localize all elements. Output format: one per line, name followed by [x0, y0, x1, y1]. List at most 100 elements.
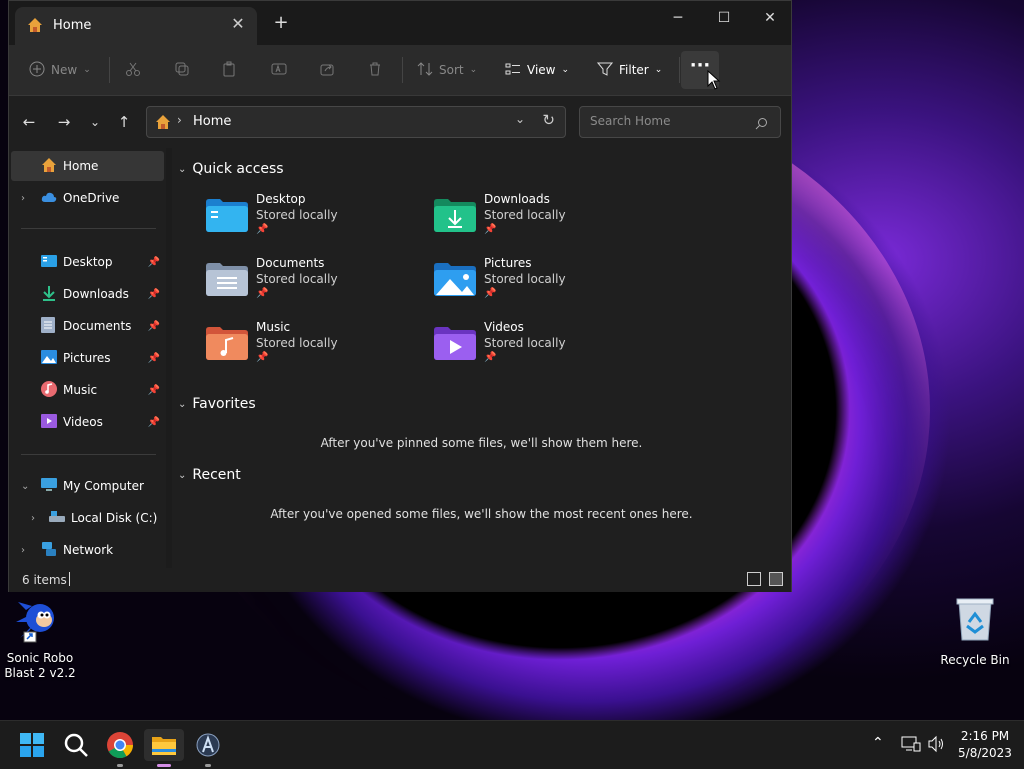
sidebar-item-home[interactable]: Home	[11, 151, 164, 181]
sidebar-item-documents[interactable]: Documents 📌	[11, 311, 164, 341]
copy-icon	[174, 61, 190, 80]
network-tray-icon[interactable]	[901, 735, 921, 757]
maximize-button[interactable]: ☐	[701, 7, 747, 29]
pin-icon: 📌	[484, 288, 497, 299]
sidebar-item-my-computer[interactable]: ⌄ My Computer	[11, 471, 164, 501]
taskbar: ⌃ 2:16 PM 5/8/2023	[0, 720, 1024, 769]
quick-access-videos[interactable]: Videos Stored locally 📌	[434, 320, 634, 382]
clock[interactable]: 2:16 PM 5/8/2023	[950, 728, 1020, 762]
share-button[interactable]	[319, 57, 335, 83]
pin-icon[interactable]: 📌	[148, 353, 160, 364]
sidebar-item-desktop[interactable]: Desktop 📌	[11, 247, 164, 277]
refresh-icon[interactable]: ↻	[542, 111, 555, 129]
app-taskbar-button[interactable]	[192, 729, 224, 761]
title-bar[interactable]: Home ✕ + ─ ☐ ✕	[9, 1, 791, 45]
pin-icon[interactable]: 📌	[148, 257, 160, 268]
quick-access-name: Pictures	[484, 256, 532, 270]
quick-access-documents[interactable]: Documents Stored locally 📌	[206, 256, 406, 318]
chrome-icon	[107, 732, 134, 759]
section-quick-access[interactable]: ⌄ Quick access	[178, 161, 284, 177]
search-box[interactable]	[579, 106, 781, 138]
navigation-row: ← → ⌄ ↑ › Home ⌄ ↻	[9, 96, 791, 148]
chevron-right-icon[interactable]: ›	[21, 193, 25, 204]
volume-icon[interactable]	[927, 735, 945, 757]
status-bar: 6 items	[9, 568, 791, 592]
recycle-bin-label: Recycle Bin	[940, 653, 1010, 667]
recent-locations-button[interactable]: ⌄	[83, 110, 107, 134]
desktop-icon-sonic[interactable]: Sonic Robo Blast 2 v2.2	[2, 596, 78, 681]
chevron-down-icon: ⌄	[178, 469, 187, 481]
sidebar-item-music[interactable]: Music 📌	[11, 375, 164, 405]
minimize-button[interactable]: ─	[655, 7, 701, 29]
breadcrumb-home[interactable]: Home	[193, 114, 231, 129]
new-tab-button[interactable]: +	[271, 13, 291, 33]
search-input[interactable]	[588, 113, 752, 129]
sort-button[interactable]: Sort ⌄	[417, 57, 477, 83]
toolbar-divider	[109, 57, 110, 83]
tab-home[interactable]: Home ✕	[15, 7, 257, 45]
windows-icon	[20, 733, 44, 757]
computer-icon	[41, 477, 57, 496]
sidebar-item-onedrive[interactable]: › OneDrive	[11, 183, 164, 213]
start-button[interactable]	[16, 729, 48, 761]
downloads-folder-icon	[434, 198, 476, 236]
up-button[interactable]: ↑	[112, 110, 136, 134]
pin-icon[interactable]: 📌	[148, 417, 160, 428]
forward-button[interactable]: →	[52, 110, 76, 134]
quick-access-pictures[interactable]: Pictures Stored locally 📌	[434, 256, 634, 318]
sidebar-item-network[interactable]: › Network	[11, 535, 164, 565]
section-title: Quick access	[192, 161, 284, 177]
sidebar-item-downloads[interactable]: Downloads 📌	[11, 279, 164, 309]
pin-icon[interactable]: 📌	[148, 385, 160, 396]
delete-button[interactable]	[367, 57, 383, 83]
close-window-button[interactable]: ✕	[747, 7, 793, 29]
copy-button[interactable]	[174, 57, 190, 83]
rename-button[interactable]	[271, 57, 287, 83]
search-button[interactable]	[60, 729, 92, 761]
pin-icon[interactable]: 📌	[148, 321, 160, 332]
sidebar-item-local-disk[interactable]: › Local Disk (C:)	[11, 503, 164, 533]
pictures-folder-icon	[434, 262, 476, 300]
address-dropdown-icon[interactable]: ⌄	[515, 112, 525, 126]
cut-button[interactable]	[125, 57, 141, 83]
view-button[interactable]: View ⌄	[505, 57, 569, 83]
clock-date: 5/8/2023	[958, 746, 1012, 760]
sidebar-item-label: Home	[63, 159, 99, 173]
command-bar: New ⌄ Sort ⌄ View ⌄ Filter ⌄ ···	[9, 45, 791, 96]
sidebar-item-videos[interactable]: Videos 📌	[11, 407, 164, 437]
quick-access-downloads[interactable]: Downloads Stored locally 📌	[434, 192, 634, 254]
network-icon	[41, 541, 57, 560]
chrome-taskbar-button[interactable]	[104, 729, 136, 761]
quick-access-desktop[interactable]: Desktop Stored locally 📌	[206, 192, 406, 254]
quick-access-location: Stored locally	[256, 208, 338, 222]
desktop-icon-recycle-bin[interactable]: Recycle Bin	[940, 596, 1010, 667]
filter-button[interactable]: Filter ⌄	[596, 57, 662, 83]
toolbar-divider	[679, 57, 680, 83]
chevron-down-icon[interactable]: ⌄	[21, 481, 29, 492]
quick-access-music[interactable]: Music Stored locally 📌	[206, 320, 406, 382]
home-icon	[27, 17, 43, 37]
tiles-view-icon[interactable]	[769, 572, 783, 586]
chevron-right-icon[interactable]: ›	[21, 545, 25, 556]
sidebar-item-label: Local Disk (C:)	[71, 511, 158, 525]
sidebar-item-pictures[interactable]: Pictures 📌	[11, 343, 164, 373]
address-bar[interactable]: › Home ⌄ ↻	[146, 106, 566, 138]
show-hidden-icons-button[interactable]: ⌃	[872, 735, 884, 751]
back-button[interactable]: ←	[17, 110, 41, 134]
section-recent[interactable]: ⌄ Recent	[178, 467, 241, 483]
details-view-icon[interactable]	[747, 572, 761, 586]
chevron-right-icon[interactable]: ›	[31, 513, 35, 524]
paste-button[interactable]	[221, 57, 237, 83]
download-icon	[41, 285, 57, 304]
pin-icon[interactable]: 📌	[148, 289, 160, 300]
new-button[interactable]: New ⌄	[29, 57, 91, 83]
tab-close-icon[interactable]: ✕	[227, 13, 249, 35]
breadcrumb-chevron-icon: ›	[177, 113, 182, 127]
section-title: Favorites	[192, 396, 256, 412]
file-explorer-taskbar-button[interactable]	[144, 729, 184, 761]
sidebar-item-label: Music	[63, 383, 98, 397]
clipboard-icon	[221, 61, 237, 80]
section-favorites[interactable]: ⌄ Favorites	[178, 396, 256, 412]
sort-icon	[417, 61, 433, 80]
pin-icon: 📌	[256, 352, 269, 363]
